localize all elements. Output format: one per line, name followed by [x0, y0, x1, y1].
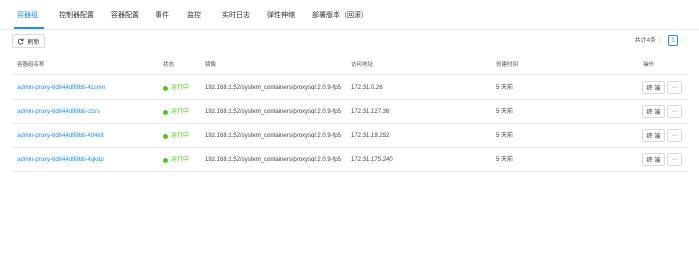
- terminal-button[interactable]: 终 端: [642, 129, 665, 142]
- address-cell: 172.31.175.240: [351, 157, 393, 163]
- status-dot-icon: [163, 158, 168, 163]
- column-header-name: 容器组名称: [17, 62, 45, 68]
- refresh-label: 刷新: [27, 39, 40, 46]
- active-tab-indicator: [14, 27, 44, 29]
- column-header-actions: 操作: [643, 62, 655, 68]
- refresh-button[interactable]: 刷新: [12, 34, 45, 48]
- tab-bar: 容器组 控制器配置 容器配置 事件 监控 实时日志 弹性伸缩 部署版本（回滚）: [0, 0, 699, 30]
- terminal-button[interactable]: 终 端: [642, 81, 665, 94]
- more-actions-button[interactable]: ···: [667, 105, 682, 118]
- tab-controller-config[interactable]: 控制器配置: [59, 11, 94, 21]
- created-cell: 5 天前: [496, 85, 514, 91]
- pod-name-link[interactable]: admin-proxy-6d644d99bb-4zsmn: [17, 85, 105, 92]
- pod-name-link[interactable]: admin-proxy-6d644d99bb-4qkdp: [17, 157, 104, 164]
- tab-container-config[interactable]: 容器配置: [111, 11, 139, 21]
- created-cell: 5 天前: [496, 133, 514, 139]
- pod-name-link[interactable]: admin-proxy-6d644d99bb-484k8: [17, 133, 104, 140]
- status-dot-icon: [163, 134, 168, 139]
- table-row: admin-proxy-6d644d99bb-4zsmn 运行中 192.168…: [12, 76, 688, 100]
- status-text: 运行中: [171, 109, 190, 115]
- image-cell: 192.168.1.52/system_containers/proxysql:…: [205, 85, 342, 91]
- status-badge: 运行中: [163, 133, 189, 140]
- tab-pods[interactable]: 容器组: [17, 11, 38, 21]
- created-cell: 5 天前: [496, 157, 514, 163]
- tab-monitoring[interactable]: 监控: [187, 11, 201, 21]
- address-cell: 172.31.19.252: [351, 133, 390, 139]
- address-cell: 172.31.127.36: [351, 109, 390, 115]
- tab-events[interactable]: 事件: [155, 11, 169, 21]
- status-text: 运行中: [171, 133, 190, 139]
- more-actions-button[interactable]: ···: [667, 153, 682, 166]
- column-header-address: 访问地址: [351, 62, 374, 68]
- status-text: 运行中: [171, 157, 190, 163]
- terminal-button[interactable]: 终 端: [642, 153, 665, 166]
- pod-name-link[interactable]: admin-proxy-6d644d99bb-ctzrs: [17, 109, 100, 116]
- status-badge: 运行中: [163, 85, 189, 92]
- terminal-button[interactable]: 终 端: [642, 105, 665, 118]
- image-cell: 192.168.1.52/system_containers/proxysql:…: [205, 109, 342, 115]
- column-header-image: 镜像: [205, 62, 217, 68]
- tab-realtime-logs[interactable]: 实时日志: [222, 11, 250, 21]
- table-header: 容器组名称 状态 镜像 访问地址 创建时间 操作: [12, 55, 688, 75]
- image-cell: 192.168.1.52/system_containers/proxysql:…: [205, 133, 342, 139]
- table-row: admin-proxy-6d644d99bb-4qkdp 运行中 192.168…: [12, 148, 688, 172]
- refresh-icon: [18, 38, 25, 44]
- more-actions-button[interactable]: ···: [667, 129, 682, 142]
- prev-page-button[interactable]: ‹: [659, 36, 661, 46]
- column-header-created: 创建时间: [496, 62, 519, 68]
- status-badge: 运行中: [163, 157, 189, 164]
- table-row: admin-proxy-6d644d99bb-ctzrs 运行中 192.168…: [12, 100, 688, 124]
- current-page-button[interactable]: 1: [668, 35, 678, 46]
- status-dot-icon: [163, 86, 168, 91]
- status-badge: 运行中: [163, 109, 189, 116]
- tab-autoscaling[interactable]: 弹性伸缩: [267, 11, 295, 21]
- column-header-status: 状态: [163, 62, 175, 68]
- tab-deploy-versions[interactable]: 部署版本（回滚）: [312, 11, 368, 21]
- more-actions-button[interactable]: ···: [667, 81, 682, 94]
- table-row: admin-proxy-6d644d99bb-484k8 运行中 192.168…: [12, 124, 688, 148]
- status-dot-icon: [163, 110, 168, 115]
- total-count: 共计4条: [634, 38, 656, 44]
- status-text: 运行中: [171, 85, 190, 91]
- created-cell: 5 天前: [496, 109, 514, 115]
- next-page-button[interactable]: ›: [682, 36, 684, 46]
- image-cell: 192.168.1.52/system_containers/proxysql:…: [205, 157, 342, 163]
- address-cell: 172.31.0.26: [351, 85, 383, 91]
